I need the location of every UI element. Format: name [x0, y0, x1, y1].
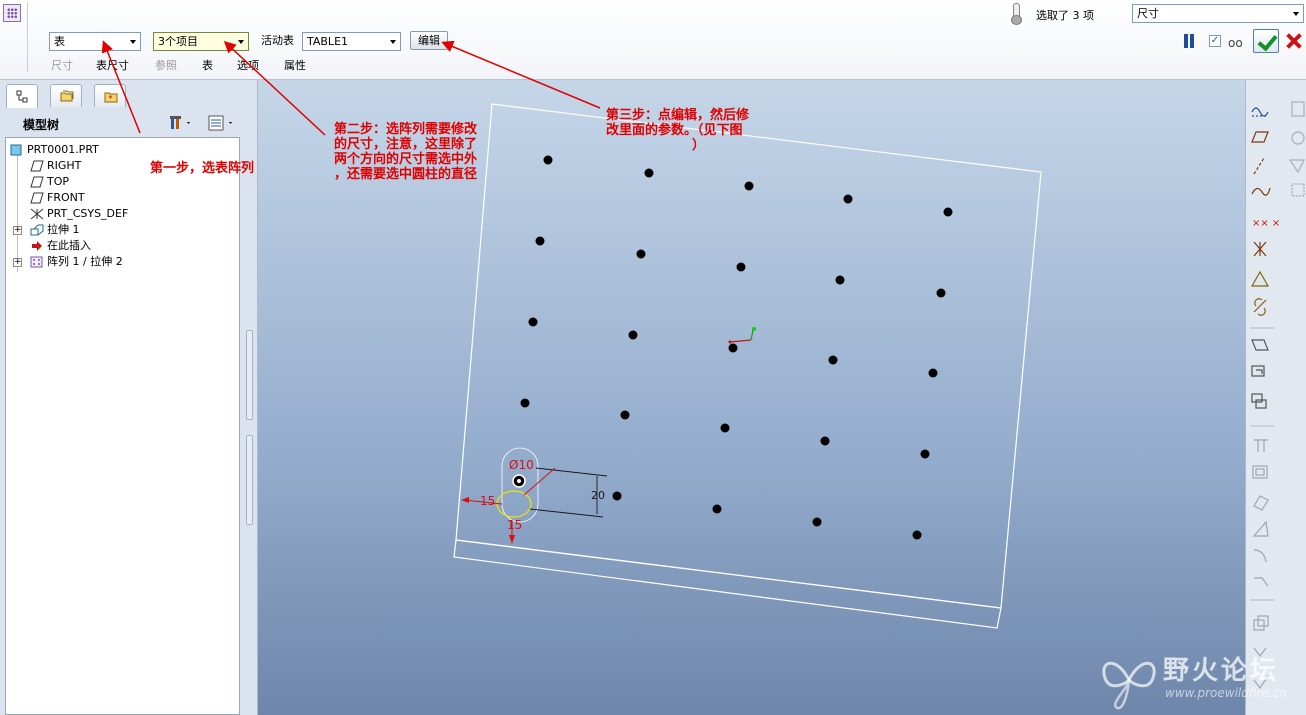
- forum-watermark: 野火论坛 www.proewildfire.cn: [1095, 648, 1306, 715]
- arrow-step-2: [223, 40, 326, 136]
- watermark-title: 野火论坛: [1163, 656, 1280, 686]
- arrow-step-1: [101, 40, 141, 134]
- annotation-step-2: 第二步：选阵列需要修改 的尺寸，注意，这里除了 两个方向的尺寸需选中外 ，还需要…: [334, 122, 477, 182]
- annotation-line: ，还需要选中圆柱的直径: [334, 167, 478, 182]
- annotation-step-1: 第一步，选表阵列: [150, 161, 255, 176]
- annotation-line: 第三步：点编辑，然后修: [606, 108, 750, 123]
- arrow-step-3: [441, 40, 601, 109]
- annotation-line: ）: [692, 138, 706, 153]
- annotation-line: 的尺寸，注意，这里除了: [334, 137, 478, 152]
- annotation-line: 改里面的参数。（见下图: [606, 123, 743, 138]
- watermark-url: www.proewildfire.cn: [1165, 686, 1287, 700]
- annotation-step-3: 第三步：点编辑，然后修 改里面的参数。（见下图 ）: [606, 108, 749, 153]
- butterfly-logo-icon: [1102, 661, 1156, 710]
- annotation-line: 两个方向的尺寸需选中外: [334, 152, 478, 167]
- annotation-line: 第二步：选阵列需要修改: [334, 122, 478, 137]
